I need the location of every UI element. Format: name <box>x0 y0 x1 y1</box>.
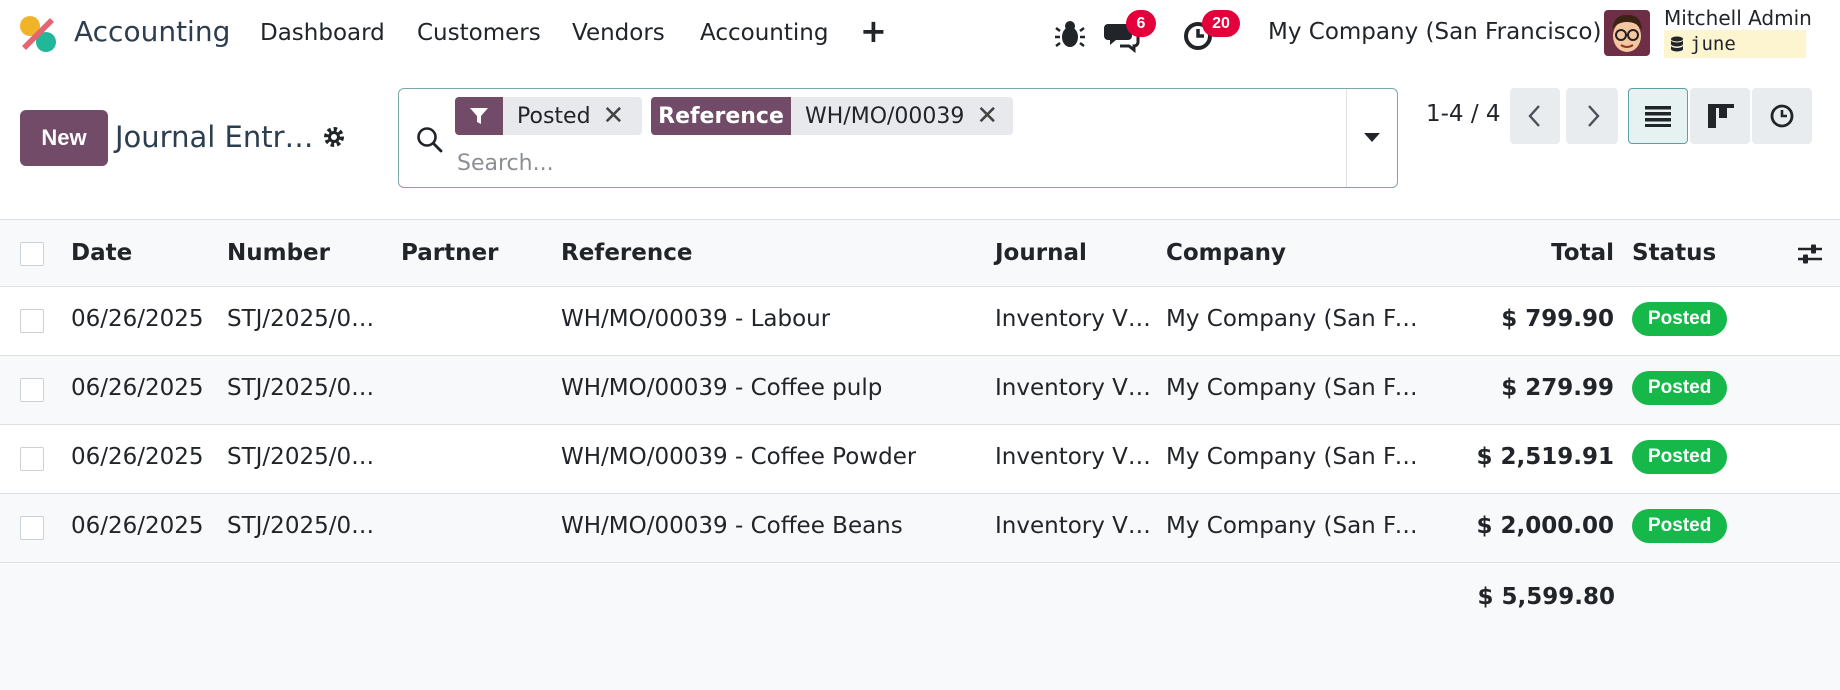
row-checkbox[interactable] <box>20 309 44 333</box>
search-dropdown-toggle[interactable] <box>1346 89 1397 187</box>
filter-icon <box>470 108 488 124</box>
row-checkbox[interactable] <box>20 378 44 402</box>
table-row[interactable]: 06/26/2025 STJ/2025/0… WH/MO/00039 - Cof… <box>0 425 1840 494</box>
list-view-button[interactable] <box>1628 88 1688 144</box>
column-date[interactable]: Date <box>71 240 132 266</box>
facet-reference: Reference WH/MO/00039 ✕ <box>651 97 1013 135</box>
table-row[interactable]: 06/26/2025 STJ/2025/0… WH/MO/00039 - Cof… <box>0 356 1840 425</box>
breadcrumb: Journal Entr… <box>115 120 314 154</box>
filter-facet-label <box>455 97 503 135</box>
row-checkbox[interactable] <box>20 516 44 540</box>
column-reference[interactable]: Reference <box>561 240 692 266</box>
column-journal[interactable]: Journal <box>995 240 1087 266</box>
pager-value[interactable]: 1-4 / 4 <box>1426 101 1501 127</box>
cell-total: $ 2,000.00 <box>1476 513 1614 539</box>
app-title[interactable]: Accounting <box>74 15 230 48</box>
cell-number: STJ/2025/0… <box>227 306 375 332</box>
status-badge: Posted <box>1632 440 1728 474</box>
cell-total: $ 799.90 <box>1501 306 1614 332</box>
menu-accounting[interactable]: Accounting <box>700 20 828 46</box>
menu-vendors[interactable]: Vendors <box>572 20 665 46</box>
cell-date: 06/26/2025 <box>71 513 204 539</box>
table-footer-area <box>0 564 1840 690</box>
facet-value: Posted <box>517 103 591 129</box>
chevron-right-icon <box>1588 105 1600 127</box>
search-input[interactable] <box>455 145 1059 181</box>
cell-journal: Inventory V… <box>995 306 1151 332</box>
kanban-view-button[interactable] <box>1690 88 1750 144</box>
cell-reference: WH/MO/00039 - Coffee Powder <box>561 444 917 470</box>
cell-journal: Inventory V… <box>995 444 1151 470</box>
cell-number: STJ/2025/0… <box>227 513 375 539</box>
cell-date: 06/26/2025 <box>71 444 204 470</box>
kanban-view-icon <box>1708 104 1734 128</box>
cell-company: My Company (San Fr… <box>1166 306 1421 332</box>
table-header: Date Number Partner Reference Journal Co… <box>0 219 1840 287</box>
cell-number: STJ/2025/0… <box>227 444 375 470</box>
cell-journal: Inventory V… <box>995 375 1151 401</box>
app-logo-icon[interactable] <box>18 14 58 54</box>
chevron-left-icon <box>1528 105 1540 127</box>
search-panel: Posted ✕ Reference WH/MO/00039 ✕ <box>398 88 1398 188</box>
column-company[interactable]: Company <box>1166 240 1286 266</box>
cell-date: 06/26/2025 <box>71 306 204 332</box>
gear-icon[interactable] <box>321 124 347 150</box>
database-tag: june <box>1664 30 1806 58</box>
facet-posted: Posted ✕ <box>455 97 642 135</box>
pager-previous-button[interactable] <box>1510 88 1560 144</box>
facet-remove-icon[interactable]: ✕ <box>591 101 639 131</box>
cell-date: 06/26/2025 <box>71 375 204 401</box>
company-switcher[interactable]: My Company (San Francisco) <box>1268 19 1601 45</box>
user-name[interactable]: Mitchell Admin <box>1664 6 1812 30</box>
menu-customers[interactable]: Customers <box>417 20 541 46</box>
database-icon <box>1671 36 1683 52</box>
list-view-icon <box>1645 106 1671 127</box>
status-badge: Posted <box>1632 371 1728 405</box>
top-navbar: Accounting Dashboard Customers Vendors A… <box>0 0 1840 66</box>
user-avatar[interactable] <box>1604 10 1650 56</box>
select-all-checkbox[interactable] <box>20 242 44 266</box>
activities-count-badge: 20 <box>1202 10 1240 37</box>
column-total[interactable]: Total <box>1551 240 1614 266</box>
activity-view-button[interactable] <box>1752 88 1812 144</box>
menu-dashboard[interactable]: Dashboard <box>260 20 385 46</box>
pager-next-button[interactable] <box>1566 88 1618 144</box>
caret-down-icon <box>1364 133 1380 142</box>
grand-total: $ 5,599.80 <box>1477 584 1615 610</box>
cell-company: My Company (San Fr… <box>1166 375 1421 401</box>
cell-reference: WH/MO/00039 - Coffee pulp <box>561 375 883 401</box>
cell-total: $ 279.99 <box>1501 375 1614 401</box>
debug-bug-icon[interactable] <box>1050 14 1090 54</box>
table-row[interactable]: 06/26/2025 STJ/2025/0… WH/MO/00039 - Lab… <box>0 287 1840 356</box>
cell-reference: WH/MO/00039 - Coffee Beans <box>561 513 903 539</box>
messages-count-badge: 6 <box>1126 10 1156 37</box>
cell-reference: WH/MO/00039 - Labour <box>561 306 831 332</box>
search-icon <box>417 127 443 153</box>
cell-number: STJ/2025/0… <box>227 375 375 401</box>
facet-remove-icon[interactable]: ✕ <box>964 101 1012 131</box>
optional-columns-icon[interactable] <box>1796 242 1824 266</box>
facet-value: WH/MO/00039 <box>805 103 965 129</box>
status-badge: Posted <box>1632 302 1728 336</box>
cell-journal: Inventory V… <box>995 513 1151 539</box>
database-name: june <box>1690 33 1736 55</box>
clock-icon <box>1770 104 1794 128</box>
row-checkbox[interactable] <box>20 447 44 471</box>
column-partner[interactable]: Partner <box>401 240 498 266</box>
status-badge: Posted <box>1632 509 1728 543</box>
column-status[interactable]: Status <box>1632 240 1716 266</box>
cell-total: $ 2,519.91 <box>1476 444 1614 470</box>
cell-company: My Company (San Fr… <box>1166 444 1421 470</box>
table-row[interactable]: 06/26/2025 STJ/2025/0… WH/MO/00039 - Cof… <box>0 494 1840 563</box>
facet-label: Reference <box>651 97 791 135</box>
new-button[interactable]: New <box>20 110 108 166</box>
cell-company: My Company (San Fr… <box>1166 513 1421 539</box>
column-number[interactable]: Number <box>227 240 330 266</box>
plus-icon[interactable]: + <box>860 12 887 50</box>
